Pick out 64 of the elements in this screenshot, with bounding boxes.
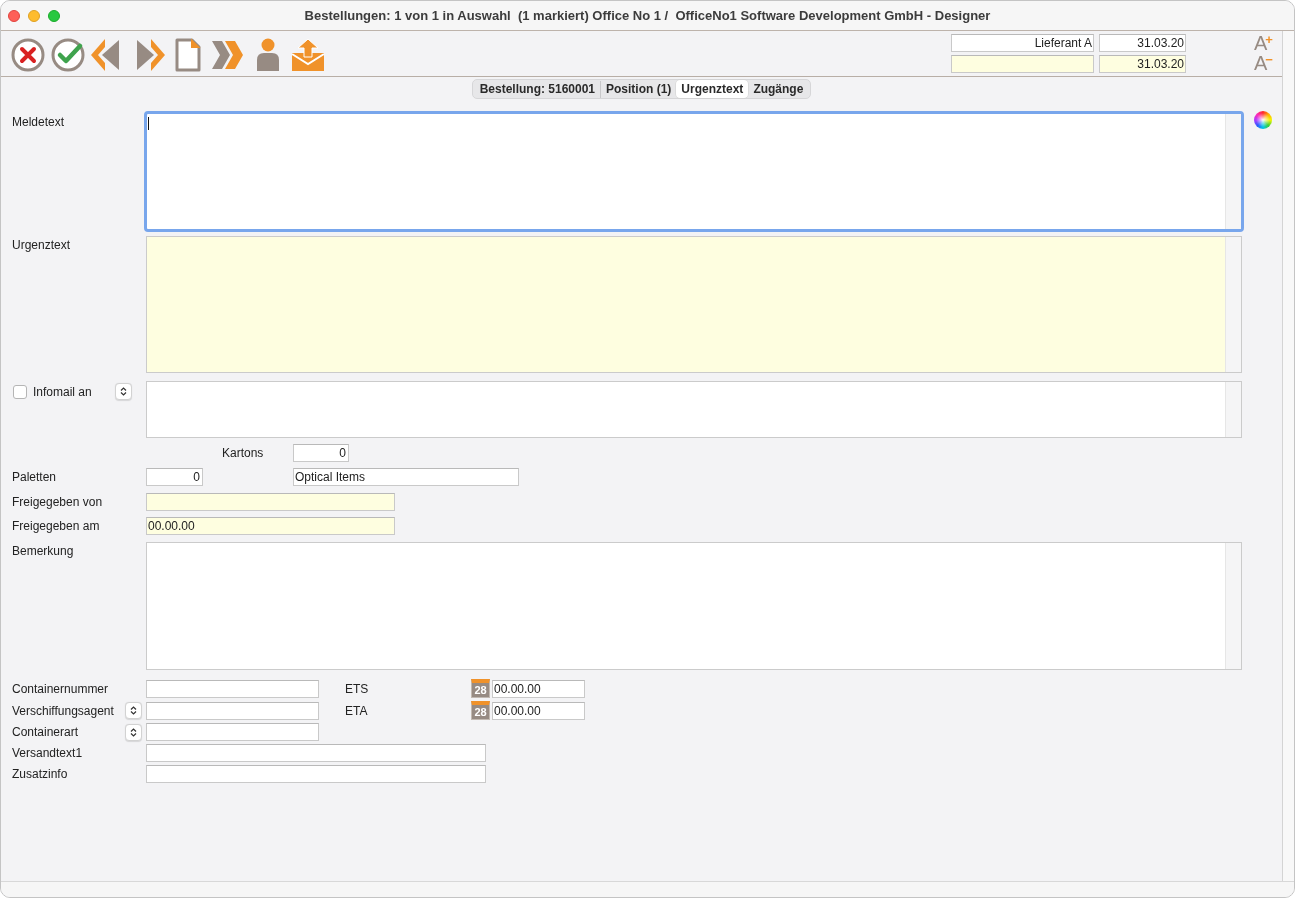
text-area[interactable]	[146, 542, 1242, 670]
field-label: Verschiffungsagent	[12, 703, 114, 718]
scrollbar-track[interactable]	[1225, 382, 1241, 437]
text-area[interactable]	[146, 381, 1242, 438]
input-field[interactable]	[146, 723, 319, 741]
text-area[interactable]	[146, 236, 1242, 373]
input-field[interactable]	[951, 55, 1094, 73]
input-field[interactable]: 31.03.20	[1099, 55, 1186, 73]
field-label: Versandtext1	[12, 746, 83, 760]
double-chevron-icon	[212, 39, 244, 70]
input-field[interactable]: 00.00.00	[146, 517, 395, 535]
check-circle-icon	[51, 37, 85, 72]
text-area[interactable]	[144, 111, 1244, 232]
input-field[interactable]: 00.00.00	[492, 701, 585, 720]
field-label: Containernummer	[12, 681, 109, 696]
scrollbar-track[interactable]	[1225, 114, 1241, 229]
window-close-button[interactable]	[8, 9, 20, 22]
input-field[interactable]	[146, 493, 395, 511]
window-title: Bestellungen: 1 von 1 in Auswahl (1 markiert) Office No 1 / OfficeNo1 Software Development GmbH - Designer	[304, 8, 991, 23]
dropdown-button[interactable]	[125, 723, 142, 741]
input-field[interactable]: 0	[293, 444, 349, 462]
tab[interactable]: Zugänge	[748, 80, 809, 98]
field-label: Containerart	[12, 725, 79, 739]
field-label: Freigegeben von	[12, 495, 104, 509]
field-label: Paletten	[12, 470, 58, 484]
chevron-up-down-icon	[130, 727, 137, 737]
cancel-button[interactable]	[9, 36, 47, 73]
checkbox[interactable]	[13, 384, 27, 399]
field-label: Meldetext	[12, 114, 66, 129]
window-zoom-button[interactable]	[48, 9, 60, 22]
tab[interactable]: Urgenztext	[676, 80, 749, 98]
scrollbar-track[interactable]	[1225, 543, 1241, 669]
field-label: ETS	[345, 681, 370, 696]
input-field[interactable]	[146, 701, 319, 720]
chevron-up-down-icon	[130, 706, 137, 715]
field-label: ETA	[345, 703, 369, 718]
input-field[interactable]: 0	[146, 468, 203, 486]
window-minimize-button[interactable]	[28, 9, 40, 22]
confirm-button[interactable]	[49, 36, 87, 73]
input-field[interactable]	[146, 765, 486, 783]
mail-upload-icon	[291, 38, 325, 71]
input-field[interactable]: 00.00.00	[492, 679, 585, 698]
input-field[interactable]	[146, 744, 486, 762]
field-label: Freigegeben am	[12, 519, 101, 533]
cross-circle-icon	[11, 37, 45, 72]
input-field[interactable]: 31.03.20	[1099, 34, 1186, 52]
tab[interactable]: Bestellung: 5160001	[474, 80, 600, 98]
dropdown-button[interactable]	[125, 702, 142, 719]
field-label: Infomail an	[33, 384, 92, 399]
scrollbar-track[interactable]	[1225, 237, 1241, 372]
field-label: Bemerkung	[12, 543, 75, 558]
field-label: Kartons	[222, 446, 265, 460]
document-icon	[175, 37, 201, 72]
color-wheel-icon[interactable]	[1254, 111, 1272, 129]
text-cursor	[148, 117, 149, 130]
field-label: Zusatzinfo	[12, 767, 68, 781]
input-field[interactable]	[146, 679, 319, 698]
input-field[interactable]: Lieferant A	[951, 34, 1094, 52]
send-mail-button[interactable]	[289, 36, 327, 73]
field-label: Urgenztext	[12, 237, 72, 252]
dropdown-button[interactable]	[115, 383, 132, 400]
person-icon	[256, 37, 280, 72]
input-field[interactable]: Optical Items	[293, 468, 519, 486]
chevron-up-down-icon	[120, 387, 127, 396]
